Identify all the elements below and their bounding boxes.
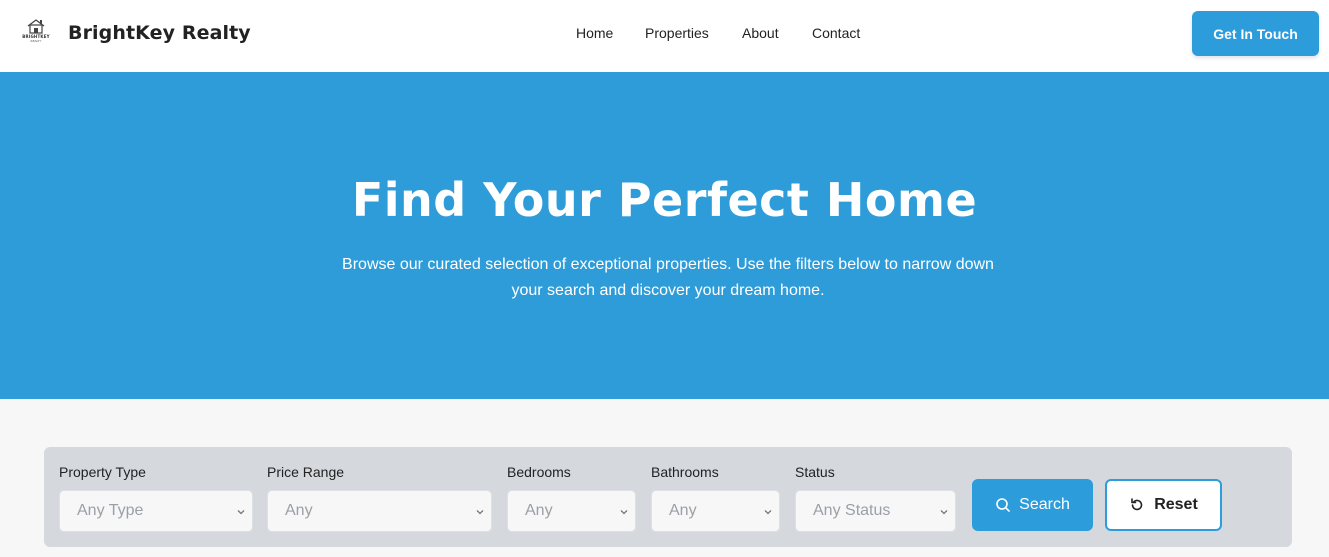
reset-icon: [1131, 498, 1143, 511]
nav-contact[interactable]: Contact: [812, 25, 860, 41]
bedrooms-value: Any: [525, 502, 553, 519]
site-header: BRIGHTKEY REALTY BrightKey Realty Home P…: [0, 0, 1329, 72]
property-type-label: Property Type: [59, 464, 146, 480]
chevron-down-icon: [940, 510, 948, 515]
hero-section: Find Your Perfect Home Browse our curate…: [0, 72, 1329, 399]
hero-title: Find Your Perfect Home: [351, 173, 978, 227]
bathrooms-field: Bathrooms Any: [651, 464, 780, 532]
bedrooms-field: Bedrooms Any: [507, 464, 636, 532]
search-icon: [996, 498, 1010, 512]
chevron-down-icon: [237, 510, 245, 515]
brand-name[interactable]: BrightKey Realty: [68, 22, 251, 44]
nav-home[interactable]: Home: [576, 25, 613, 41]
chevron-down-icon: [620, 510, 628, 515]
property-type-field: Property Type Any Type: [59, 464, 253, 532]
price-range-value: Any: [285, 502, 313, 519]
nav-properties[interactable]: Properties: [645, 25, 709, 41]
bathrooms-select[interactable]: Any: [651, 490, 780, 532]
price-range-label: Price Range: [267, 464, 345, 480]
property-type-value: Any Type: [77, 502, 144, 519]
bedrooms-label: Bedrooms: [507, 464, 571, 480]
filter-bar: Property Type Any Type Price Range Any B…: [44, 447, 1292, 547]
nav-about[interactable]: About: [742, 25, 779, 41]
status-field: Status Any Status: [795, 464, 956, 532]
brand-logo[interactable]: BRIGHTKEY REALTY: [18, 18, 54, 48]
status-label: Status: [795, 464, 835, 480]
property-type-select[interactable]: Any Type: [59, 490, 253, 532]
hero-subtitle: Browse our curated selection of exceptio…: [342, 256, 994, 299]
logo-subtext: REALTY: [30, 39, 42, 43]
bedrooms-select[interactable]: Any: [507, 490, 636, 532]
status-value: Any Status: [813, 502, 891, 519]
price-range-field: Price Range Any: [267, 464, 492, 532]
chevron-down-icon: [764, 510, 772, 515]
bathrooms-label: Bathrooms: [651, 464, 719, 480]
price-range-select[interactable]: Any: [267, 490, 492, 532]
search-button-label: Search: [1019, 496, 1070, 513]
house-logo-icon: [27, 19, 45, 34]
search-button[interactable]: Search: [972, 479, 1093, 531]
status-select[interactable]: Any Status: [795, 490, 956, 532]
get-in-touch-button[interactable]: Get In Touch: [1192, 11, 1319, 56]
bathrooms-value: Any: [669, 502, 697, 519]
reset-button-label: Reset: [1154, 496, 1198, 513]
reset-button[interactable]: Reset: [1105, 479, 1222, 531]
chevron-down-icon: [476, 510, 484, 515]
